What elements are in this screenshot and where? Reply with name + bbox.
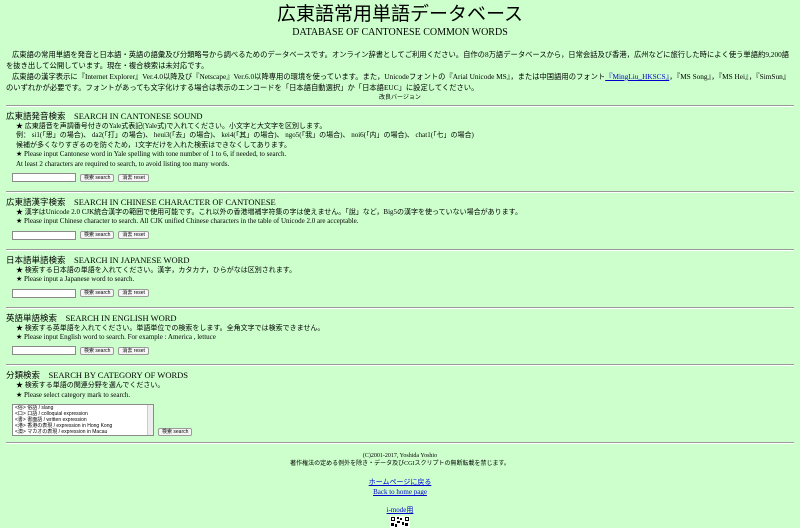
japanese-reset-button[interactable]: 消去 reset bbox=[118, 289, 149, 298]
copyright: (C)2001-2017, Yoshida Yoshio bbox=[362, 453, 438, 460]
section-japanese-word: 日本語単語検索 SEARCH IN JAPANESE WORD ★ 検索する日本… bbox=[6, 255, 794, 298]
section-body-english: ★ 検索する英単語を入れてください。単語単位での検索をします。全角文字では検索で… bbox=[12, 323, 794, 356]
sound-line-3: 候補が多くなりすぎるのを防ぐため，1文字だけを入れた検索はできなくしてあります。 bbox=[16, 140, 292, 149]
intro-text: 広東語の常用単語を発音と日本語・英語の語彙及び分類略号から調べるためのデータベー… bbox=[6, 49, 794, 93]
section-title-english: 英語単語検索 SEARCH IN ENGLISH WORD bbox=[6, 312, 177, 323]
sound-line-4: ★ Please input Cantonese word in Yale sp… bbox=[16, 150, 287, 159]
section-title-character: 広東語漢字検索 SEARCH IN CHINESE CHARACTER OF C… bbox=[6, 197, 276, 208]
copyright-notice: 著作権法の定める例外を除き・データ及びCGIスクリプトの無断転載を禁じます。 bbox=[290, 461, 510, 468]
intro-paragraph-1: 広東語の常用単語を発音と日本語・英語の語彙及び分類略号から調べるためのデータベー… bbox=[6, 50, 790, 70]
sound-line-1: ★ 広東語音を声調番号付きのYale式表記(Yale式)で入れてください。小文字… bbox=[16, 122, 327, 130]
character-reset-button[interactable]: 消去 reset bbox=[118, 231, 149, 240]
sound-form: 検索 search 消去 reset bbox=[12, 173, 794, 183]
section-body-japanese: ★ 検索する日本語の単語を入れてください。漢字，カタカナ，ひらがなは区別されます… bbox=[12, 265, 794, 298]
divider bbox=[6, 191, 794, 194]
section-body-category: ★ 検索する単語の関連分野を選んでください。 ★ Please select c… bbox=[12, 381, 794, 437]
footer: (C)2001-2017, Yoshida Yoshio 著作権法の定める例外を… bbox=[6, 452, 794, 528]
english-reset-button[interactable]: 消去 reset bbox=[118, 346, 149, 355]
home-link-jp[interactable]: ホームページに戻る bbox=[369, 478, 432, 486]
section-body-character: ★ 漢字はUnicode 2.0 CJK統合漢字の範囲で使用可能です。これ以外の… bbox=[12, 208, 794, 240]
divider bbox=[6, 364, 794, 367]
english-form: 検索 search 消去 reset bbox=[12, 346, 794, 356]
qr-code-graphic bbox=[391, 517, 409, 528]
character-form: 検索 search 消去 reset bbox=[12, 230, 794, 240]
qr-code-icon bbox=[390, 516, 410, 528]
divider bbox=[6, 306, 794, 309]
sound-line-5: At least 2 characters are required to se… bbox=[16, 159, 230, 168]
footer-links: ホームページに戻る Back to home page bbox=[6, 478, 794, 498]
section-title-category: 分類検索 SEARCH BY CATEGORY OF WORDS bbox=[6, 370, 188, 381]
english-line-1: ★ 検索する英単語を入れてください。単語単位での検索をします。全角文字では検索で… bbox=[16, 323, 325, 332]
category-option[interactable]: <澳> マカオの表現 / expression in Macau bbox=[13, 429, 153, 435]
character-line-2: ★ Please input Chinese character to sear… bbox=[16, 217, 359, 226]
japanese-form: 検索 search 消去 reset bbox=[12, 288, 794, 298]
sound-search-button[interactable]: 検索 search bbox=[80, 173, 115, 182]
section-cantonese-sound: 広東語発音検索 SEARCH IN CANTONESE SOUND ★ 広東語音… bbox=[6, 111, 794, 183]
divider bbox=[6, 442, 794, 445]
sound-reset-button[interactable]: 消去 reset bbox=[118, 173, 149, 182]
category-line-2: ★ Please select category mark to search. bbox=[16, 390, 131, 399]
english-search-button[interactable]: 検索 search bbox=[80, 346, 115, 355]
character-line-1: ★ 漢字はUnicode 2.0 CJK統合漢字の範囲で使用可能です。これ以外の… bbox=[16, 208, 522, 217]
divider bbox=[6, 248, 794, 251]
listbox-scrollbar[interactable] bbox=[147, 405, 153, 436]
english-line-2: ★ Please input English word to search. F… bbox=[16, 333, 216, 342]
section-english-word: 英語単語検索 SEARCH IN ENGLISH WORD ★ 検索する英単語を… bbox=[6, 313, 794, 356]
section-category: 分類検索 SEARCH BY CATEGORY OF WORDS ★ 検索する単… bbox=[6, 370, 794, 437]
japanese-line-1: ★ 検索する日本語の単語を入れてください。漢字，カタカナ，ひらがなは区別されます… bbox=[16, 265, 297, 274]
imode-link[interactable]: i-mode用 bbox=[387, 506, 414, 514]
imode-section: i-mode用 bbox=[6, 506, 794, 528]
section-title-japanese: 日本語単語検索 SEARCH IN JAPANESE WORD bbox=[6, 254, 190, 265]
page-subtitle: DATABASE OF CANTONESE COMMON WORDS bbox=[292, 27, 508, 38]
category-search-button[interactable]: 検索 search bbox=[158, 428, 193, 437]
japanese-search-input[interactable] bbox=[12, 288, 76, 298]
page: 広東語常用単語データベース DATABASE OF CANTONESE COMM… bbox=[0, 4, 800, 528]
font-mingliu-link[interactable]: 『MingLiu_HKSCS』 bbox=[605, 72, 669, 81]
character-search-input[interactable] bbox=[12, 230, 76, 240]
section-body-sound: ★ 広東語音を声調番号付きのYale式表記(Yale式)で入れてください。小文字… bbox=[12, 122, 794, 183]
sound-search-input[interactable] bbox=[12, 173, 76, 183]
section-title-sound: 広東語発音検索 SEARCH IN CANTONESE SOUND bbox=[6, 111, 203, 121]
intro-paragraph-2: 広東語の漢字表示に『Internet Explorer』Ver.4.0以降及び『… bbox=[6, 71, 794, 93]
category-form: <俗> 俗語 / slang <口> 口語 / colloquial expre… bbox=[12, 400, 794, 437]
divider bbox=[6, 105, 794, 107]
revision-note: 改良バージョン bbox=[379, 95, 421, 101]
english-search-input[interactable] bbox=[12, 346, 76, 356]
character-search-button[interactable]: 検索 search bbox=[80, 231, 115, 240]
category-listbox[interactable]: <俗> 俗語 / slang <口> 口語 / colloquial expre… bbox=[12, 404, 154, 437]
intro-paragraph-2a: 広東語の漢字表示に『Internet Explorer』Ver.4.0以降及び『… bbox=[12, 72, 606, 81]
sound-line-2: 例： si1(「思」の場合)、 da2(「打」の場合)、 heui3(「去」の場… bbox=[16, 131, 474, 140]
section-chinese-character: 広東語漢字検索 SEARCH IN CHINESE CHARACTER OF C… bbox=[6, 197, 794, 240]
page-title: 広東語常用単語データベース bbox=[276, 4, 524, 25]
home-link-en[interactable]: Back to home page bbox=[373, 488, 427, 496]
category-line-1: ★ 検索する単語の関連分野を選んでください。 bbox=[16, 381, 165, 390]
japanese-line-2: ★ Please input a Japanese word to search… bbox=[16, 275, 135, 284]
japanese-search-button[interactable]: 検索 search bbox=[80, 289, 115, 298]
